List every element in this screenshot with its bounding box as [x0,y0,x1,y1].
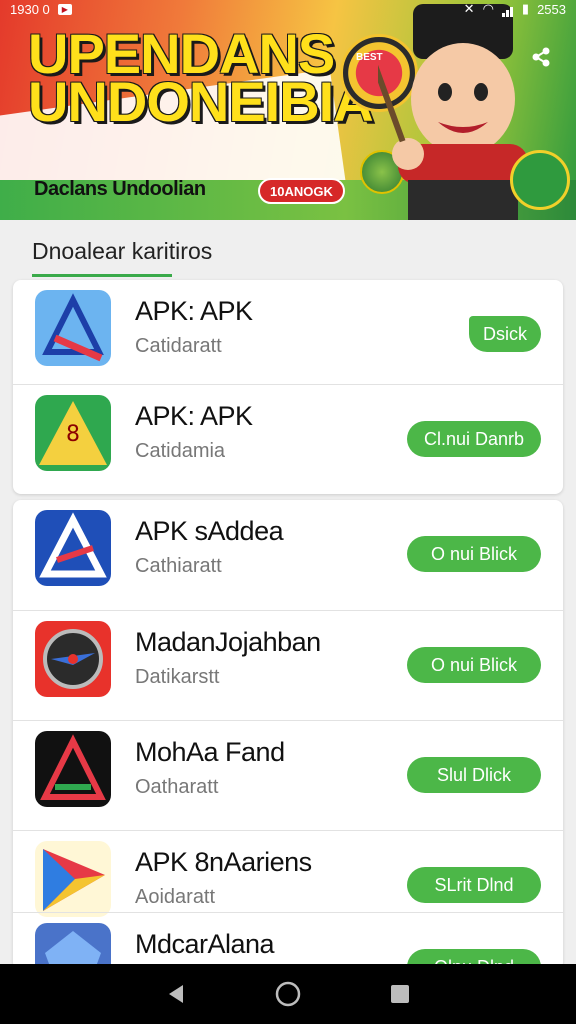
recents-icon [391,985,409,1003]
download-button[interactable]: Dsick [469,316,541,352]
garuda-badge-icon [510,150,570,210]
download-button[interactable]: Cl.nui Danrb [407,421,541,457]
notification-icon: ▶ [57,3,72,15]
app-name: MdcarAlana [135,929,275,959]
app-name: APK sAddea [135,516,284,546]
signal-icon [501,2,514,17]
share-icon[interactable] [530,46,552,68]
banner-title-line2: UNDONEIBIA [28,70,374,133]
app-row[interactable]: MadanJojahban Datikarstt O nui Blick [13,610,563,720]
download-button[interactable]: SLrit Dlnd [407,867,541,903]
banner-tag: 10ANOGK [258,178,345,204]
app-category: Oatharatt [135,776,219,798]
play-triangle-icon [35,841,111,917]
banner-subtitle: Daclans Undoolian [34,178,206,200]
red-compass-icon [35,621,111,697]
app-category: Catidaratt [135,335,222,357]
app-row[interactable]: APK sAddea Cathiaratt O nui Blick [13,500,563,610]
dark-triangle-icon [35,731,111,807]
app-name: APK: APK [135,296,253,326]
home-icon [275,981,301,1007]
section-title: Dnoalear karitiros [32,238,213,264]
app-category: Aoidaratt [135,886,216,908]
back-icon [169,985,183,1003]
triangle-a-icon [35,290,111,366]
app-name: APK: APK [135,401,253,431]
app-name: APK 8nAariens [135,847,312,877]
section-underline [32,274,172,277]
home-button[interactable] [273,979,303,1009]
app-row[interactable]: MdcarAlana Olnu Dlnd [13,912,563,970]
status-time: 1930 0 [10,1,50,17]
download-button[interactable]: O nui Blick [407,536,541,572]
download-button[interactable]: O nui Blick [407,647,541,683]
app-name: MadanJojahban [135,627,321,657]
back-button[interactable] [161,979,191,1009]
banner-title: UPENDANS UNDONEIBIA [28,26,374,133]
app-name: MohAa Fand [135,737,285,767]
battery-icon: ▮ [521,1,530,16]
svg-text:8: 8 [66,422,80,447]
blue-gem-icon [35,923,111,970]
app-row[interactable]: 8 APK: APK Catidamia Cl.nui Danrb [13,384,563,494]
green-yellow-triangle-icon: 8 [35,395,111,471]
app-card: APK sAddea Cathiaratt O nui Blick MadanJ… [13,500,563,970]
app-category: Catidamia [135,440,226,462]
app-card: APK: APK Catidaratt Dsick 8 APK: APK Cat… [13,280,563,494]
status-bar: 1930 0 ▶ ✕ ◠ ▮ 2553 [0,0,576,18]
app-row[interactable]: MohAa Fand Oatharatt Slul Dlick [13,720,563,830]
blue-a-icon [35,510,111,586]
download-button[interactable]: Slul Dlick [407,757,541,793]
app-row[interactable]: APK: APK Catidaratt Dsick [13,280,563,390]
status-right-text: 2553 [537,1,566,17]
navigation-bar [0,964,576,1024]
promo-banner[interactable]: UPENDANS UNDONEIBIA BEST Daclans Undooli… [0,0,576,220]
recents-button[interactable] [385,979,415,1009]
app-category: Cathiaratt [135,555,222,577]
mute-icon: ✕ [463,1,475,16]
app-category: Datikarstt [135,666,220,688]
wifi-icon: ◠ [482,1,494,16]
